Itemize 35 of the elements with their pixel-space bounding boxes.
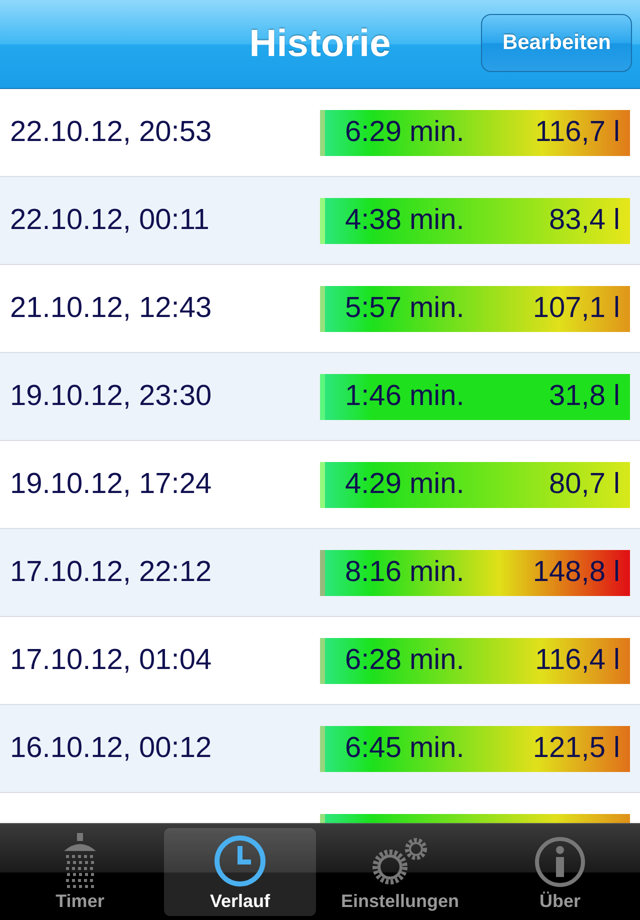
date-text: 19.10.12, 17:24 (10, 468, 213, 501)
duration-text: 6:29 min. (345, 116, 464, 149)
history-row[interactable]: 22.10.12, 00:11 4:38 min. 83,4 l (0, 177, 640, 265)
volume-text: 116,7 l (535, 116, 620, 149)
tab[interactable]: Timer (4, 828, 156, 916)
duration-text: 8:16 min. (345, 556, 464, 589)
volume-text: 83,4 l (549, 204, 620, 237)
history-row[interactable]: 19.10.12, 23:30 1:46 min. 31,8 l (0, 353, 640, 441)
date-text: 22.10.12, 20:53 (10, 116, 213, 149)
duration-text: 1:46 min. (345, 380, 464, 413)
date-text: 16.10.12, 00:12 (10, 732, 213, 765)
duration-text: 6:28 min. (345, 644, 464, 677)
clock-icon (212, 833, 268, 889)
duration-text: 6:45 min. (345, 732, 464, 765)
volume-text: 148,8 l (532, 556, 620, 589)
volume-text: 80,7 l (549, 468, 620, 501)
volume-text: 116,4 l (535, 644, 620, 677)
date-text: 21.10.12, 12:43 (10, 292, 213, 325)
volume-text: 31,8 l (549, 380, 620, 413)
tab[interactable]: Über (484, 828, 636, 916)
tab[interactable]: Verlauf (164, 828, 316, 916)
tab[interactable]: Einstellungen (324, 828, 476, 916)
history-row[interactable]: 16.10.12, 00:12 6:45 min. 121,5 l (0, 705, 640, 793)
duration-text: 4:38 min. (345, 204, 464, 237)
info-icon (533, 835, 587, 889)
volume-text: 121,5 l (532, 732, 620, 765)
duration-text: 5:57 min. (345, 292, 464, 325)
volume-text: 107,1 l (532, 292, 620, 325)
duration-text: 4:29 min. (345, 468, 464, 501)
date-text: 17.10.12, 22:12 (10, 556, 213, 589)
date-text: 19.10.12, 23:30 (10, 380, 213, 413)
page-title: Historie (249, 22, 391, 66)
date-text: 22.10.12, 00:11 (10, 204, 210, 237)
date-text: 17.10.12, 01:04 (10, 644, 213, 677)
history-row[interactable]: 17.10.12, 22:12 8:16 min. 148,8 l (0, 529, 640, 617)
